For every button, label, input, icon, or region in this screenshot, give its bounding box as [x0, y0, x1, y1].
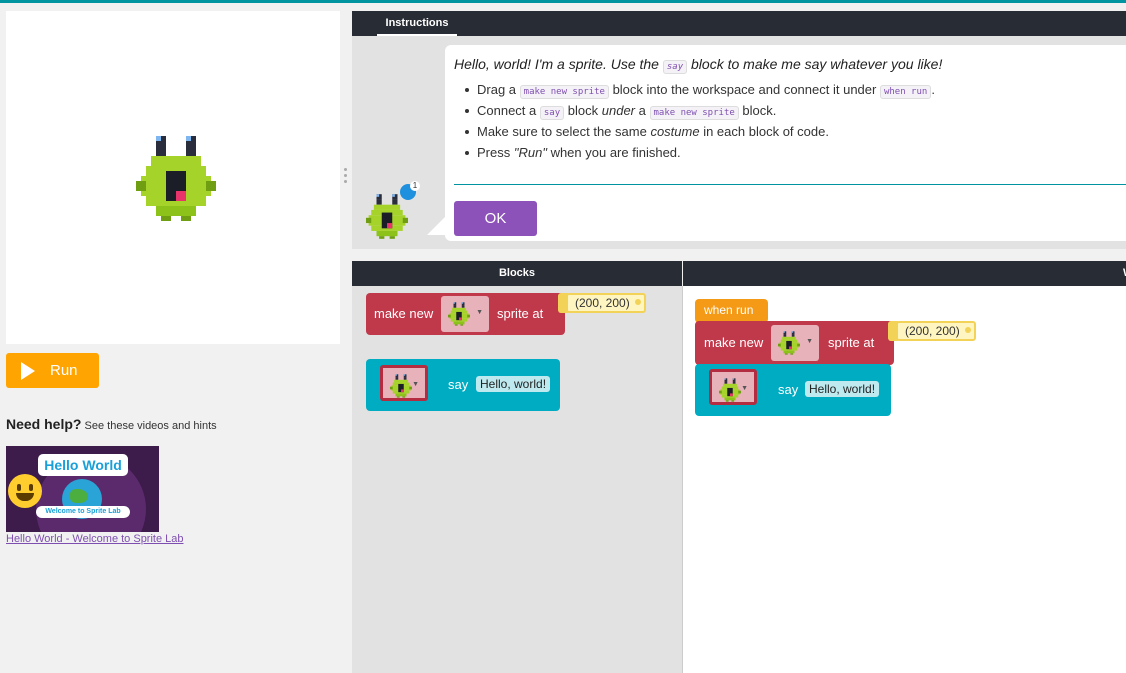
game-stage[interactable]: [6, 11, 340, 344]
block-label: make new: [374, 306, 434, 321]
thumbnail-title: Hello World: [38, 454, 128, 476]
help-section: Need help? See these videos and hints: [6, 416, 217, 432]
costume-dropdown[interactable]: ▼: [441, 296, 489, 332]
list-item: Press "Run" when you are finished.: [465, 143, 935, 164]
make-new-sprite-block[interactable]: make new ▼ sprite at: [366, 293, 565, 335]
block-label: make new: [704, 335, 764, 350]
instructions-steps: Drag a make new sprite block into the wo…: [465, 80, 935, 164]
play-icon: [21, 361, 35, 380]
video-link[interactable]: Hello World - Welcome to Sprite Lab: [6, 533, 184, 545]
instructions-header: Instructions: [352, 11, 1126, 36]
vertical-resize-handle[interactable]: [344, 168, 347, 186]
workspace-header: W: [683, 261, 1126, 286]
instructions-panel: Hello, world! I'm a sprite. Use the say …: [352, 36, 1126, 249]
say-text-field[interactable]: Hello, world!: [805, 381, 880, 397]
run-button[interactable]: Run: [6, 353, 99, 388]
chevron-down-icon: ▼: [806, 338, 813, 345]
help-heading: Need help?: [6, 416, 82, 432]
chevron-down-icon: ▼: [412, 381, 419, 388]
alien-avatar-icon: [366, 194, 408, 239]
say-text-field[interactable]: Hello, world!: [476, 376, 551, 392]
code-workspace[interactable]: when run make new ▼ sprite at (200, 200)…: [682, 286, 1126, 673]
blocks-toolbox[interactable]: make new ▼ sprite at (200, 200) ▼ say He…: [352, 286, 682, 673]
block-label: sprite at: [497, 306, 544, 321]
alien-costume-icon: [390, 374, 412, 398]
alien-costume-icon: [719, 378, 741, 402]
instructions-divider: [454, 184, 1126, 185]
say-block[interactable]: ▼ say Hello, world!: [695, 364, 891, 416]
run-button-label: Run: [50, 362, 78, 379]
block-label: when run: [704, 303, 754, 317]
list-item: Make sure to select the same costume in …: [465, 122, 935, 143]
instructions-card: Hello, world! I'm a sprite. Use the say …: [427, 45, 1126, 241]
alien-costume-icon: [448, 302, 470, 326]
location-value[interactable]: (200, 200): [566, 293, 646, 313]
sprite-dropdown[interactable]: ▼: [380, 365, 428, 401]
smiley-face-icon: [8, 474, 42, 508]
tab-instructions[interactable]: Instructions: [377, 11, 457, 36]
ok-button[interactable]: OK: [454, 201, 537, 236]
when-run-block[interactable]: when run: [695, 299, 768, 323]
video-thumbnail[interactable]: Hello World Welcome to Sprite Lab: [6, 446, 159, 532]
hint-count-badge: 1: [410, 181, 420, 191]
help-subtext: See these videos and hints: [84, 420, 217, 432]
chevron-down-icon: ▼: [476, 309, 483, 316]
top-accent-bar: [0, 0, 1126, 3]
block-label: sprite at: [828, 335, 875, 350]
blocks-header: Blocks: [352, 261, 682, 286]
sprite-dropdown[interactable]: ▼: [709, 369, 757, 405]
block-label: say: [448, 377, 469, 392]
costume-dropdown[interactable]: ▼: [771, 325, 819, 361]
list-item: Drag a make new sprite block into the wo…: [465, 80, 935, 101]
code-say: say: [662, 60, 688, 74]
chevron-down-icon: ▼: [741, 385, 748, 392]
make-new-sprite-block[interactable]: make new ▼ sprite at: [695, 321, 894, 365]
hint-bubble-icon[interactable]: 1: [400, 181, 420, 200]
instructions-title: Hello, world! I'm a sprite. Use the say …: [454, 56, 943, 74]
block-label: say: [778, 382, 799, 397]
list-item: Connect a say block under a make new spr…: [465, 101, 935, 122]
thumbnail-subtitle: Welcome to Sprite Lab: [36, 506, 130, 518]
alien-sprite-icon: [136, 136, 216, 221]
alien-costume-icon: [778, 331, 800, 355]
say-block[interactable]: ▼ say Hello, world!: [366, 359, 560, 411]
location-value[interactable]: (200, 200): [896, 321, 976, 341]
